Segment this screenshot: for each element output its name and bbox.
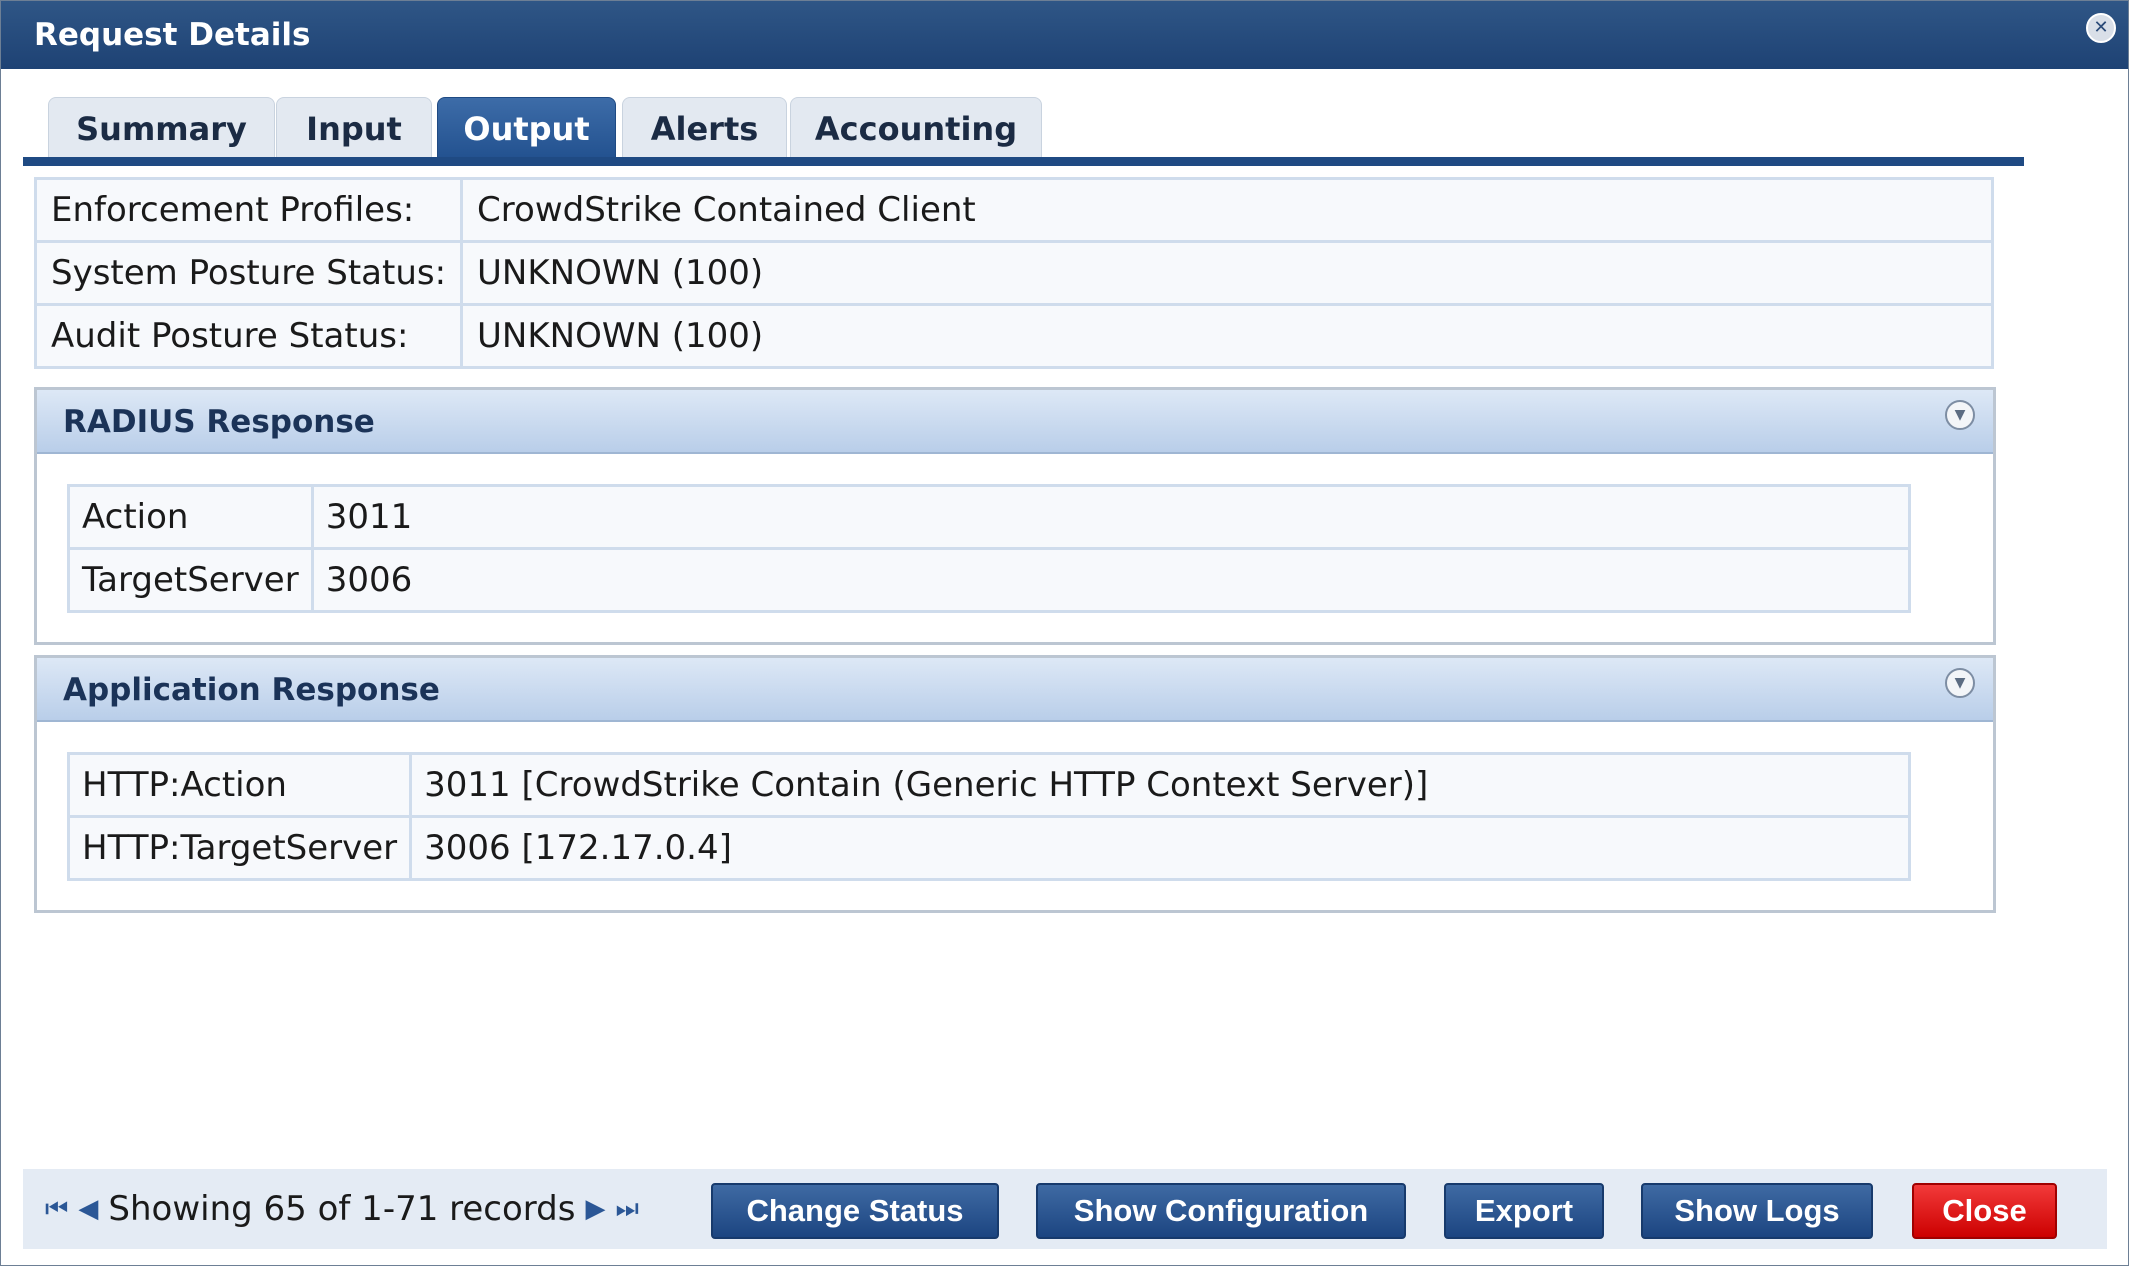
collapse-chevron-icon[interactable]: ▼ [1945, 400, 1975, 430]
title-bar: Request Details ✕ [1, 1, 2128, 69]
application-key: HTTP:Action [66, 752, 413, 818]
radius-response-panel: RADIUS Response ▼ Action 3011 TargetServ… [34, 387, 1996, 645]
pager-text: Showing 65 of 1-71 records [108, 1189, 576, 1229]
radius-value: 3011 [310, 484, 1912, 550]
tab-input[interactable]: Input [276, 97, 432, 160]
tab-summary[interactable]: Summary [48, 97, 275, 160]
application-value: 3006 [172.17.0.4] [409, 815, 1911, 881]
tab-accounting[interactable]: Accounting [790, 97, 1042, 160]
enforcement-profiles-value: CrowdStrike Contained Client [460, 177, 1994, 243]
tab-output[interactable]: Output [437, 97, 616, 160]
table-row: HTTP:TargetServer 3006 [172.17.0.4] [66, 815, 1911, 881]
application-response-header[interactable]: Application Response ▼ [37, 658, 1993, 722]
pager: ⏮ ◀ Showing 65 of 1-71 records ▶ ⏭ [45, 1189, 639, 1229]
radius-response-title: RADIUS Response [63, 404, 375, 440]
close-button[interactable]: Close [1912, 1183, 2057, 1239]
tab-alerts[interactable]: Alerts [622, 97, 787, 160]
output-summary-table: Enforcement Profiles: CrowdStrike Contai… [33, 177, 1994, 369]
request-details-dialog: Request Details ✕ Summary Input Output A… [0, 0, 2129, 1266]
system-posture-label: System Posture Status: [33, 240, 464, 306]
table-row: Audit Posture Status: UNKNOWN (100) [33, 303, 1994, 369]
radius-key: Action [67, 484, 314, 550]
application-response-title: Application Response [63, 672, 440, 708]
close-window-icon[interactable]: ✕ [2086, 13, 2116, 43]
first-page-icon[interactable]: ⏮ [45, 1194, 68, 1225]
table-row: HTTP:Action 3011 [CrowdStrike Contain (G… [66, 752, 1911, 818]
application-response-panel: Application Response ▼ HTTP:Action 3011 … [34, 655, 1996, 913]
system-posture-value: UNKNOWN (100) [460, 240, 1994, 306]
radius-value: 3006 [310, 547, 1912, 613]
last-page-icon[interactable]: ⏭ [615, 1194, 638, 1225]
table-row: Action 3011 [67, 484, 1912, 550]
audit-posture-value: UNKNOWN (100) [460, 303, 1994, 369]
radius-key: TargetServer [67, 547, 314, 613]
audit-posture-label: Audit Posture Status: [33, 303, 464, 369]
show-logs-button[interactable]: Show Logs [1641, 1183, 1873, 1239]
table-row: System Posture Status: UNKNOWN (100) [33, 240, 1994, 306]
application-response-table: HTTP:Action 3011 [CrowdStrike Contain (G… [66, 752, 1911, 881]
table-row: Enforcement Profiles: CrowdStrike Contai… [33, 177, 1994, 243]
radius-response-table: Action 3011 TargetServer 3006 [67, 484, 1912, 613]
export-button[interactable]: Export [1444, 1183, 1604, 1239]
application-value: 3011 [CrowdStrike Contain (Generic HTTP … [409, 752, 1911, 818]
radius-response-header[interactable]: RADIUS Response ▼ [37, 390, 1993, 454]
next-page-icon[interactable]: ▶ [585, 1194, 605, 1224]
window-title: Request Details [34, 17, 311, 53]
tab-underline [23, 157, 2024, 166]
table-row: TargetServer 3006 [67, 547, 1912, 613]
prev-page-icon[interactable]: ◀ [78, 1194, 98, 1224]
enforcement-profiles-label: Enforcement Profiles: [33, 177, 464, 243]
application-key: HTTP:TargetServer [66, 815, 413, 881]
collapse-chevron-icon[interactable]: ▼ [1945, 668, 1975, 698]
change-status-button[interactable]: Change Status [711, 1183, 999, 1239]
footer-bar: ⏮ ◀ Showing 65 of 1-71 records ▶ ⏭ Chang… [23, 1169, 2107, 1249]
show-configuration-button[interactable]: Show Configuration [1036, 1183, 1406, 1239]
